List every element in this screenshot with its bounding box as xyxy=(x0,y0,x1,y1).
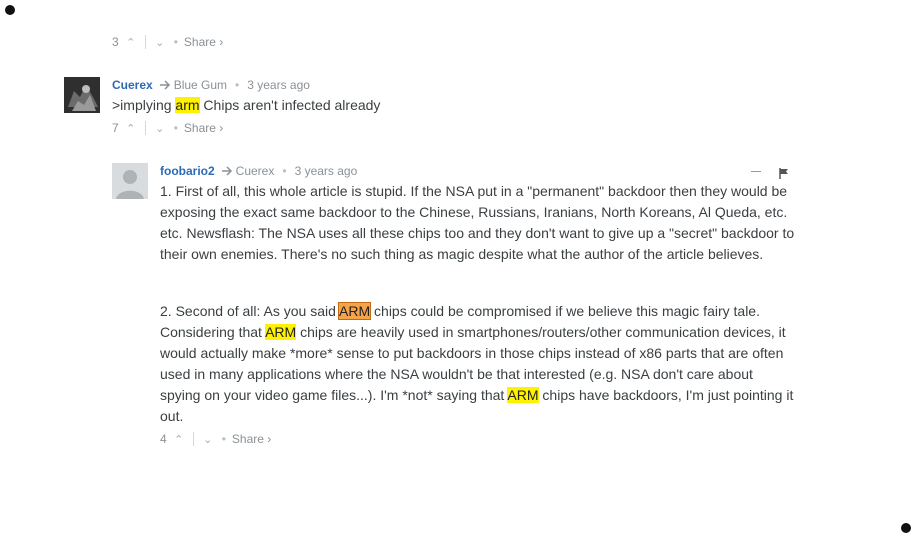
comment-header: foobario2 Cuerex • 3 years ago xyxy=(160,164,357,178)
downvote-icon[interactable]: ⌄ xyxy=(200,433,216,446)
corner-marker-bottom-right xyxy=(901,523,911,533)
comment-body: >implying arm Chips aren't infected alre… xyxy=(112,95,812,116)
vote-count: 7 xyxy=(112,121,119,135)
corner-marker-top-left xyxy=(5,5,15,15)
search-highlight-active: ARM xyxy=(338,302,372,320)
timestamp[interactable]: 3 years ago xyxy=(247,78,310,92)
collapse-icon[interactable] xyxy=(751,171,761,172)
share-link[interactable]: Share › xyxy=(184,121,223,135)
upvote-icon[interactable]: ⌃ xyxy=(123,122,139,135)
vote-row: 7 ⌃ ⌄ • Share › xyxy=(112,120,223,136)
vote-row: 4 ⌃ ⌄ • Share › xyxy=(160,431,271,447)
reply-to-name: Cuerex xyxy=(235,164,275,178)
upvote-icon[interactable]: ⌃ xyxy=(171,433,187,446)
downvote-icon[interactable]: ⌄ xyxy=(152,122,168,135)
comment-text: >implying xyxy=(112,97,176,113)
author-name[interactable]: foobario2 xyxy=(160,164,215,178)
search-highlight: arm xyxy=(175,97,200,113)
vote-divider xyxy=(144,35,146,49)
comment-paragraph-2: 2. Second of all: As you said ARM chips … xyxy=(160,301,796,427)
vote-count: 4 xyxy=(160,432,167,446)
vote-count: 3 xyxy=(112,35,119,49)
author-name[interactable]: Cuerex xyxy=(112,78,153,92)
comment-header: Cuerex Blue Gum • 3 years ago xyxy=(112,78,310,92)
reply-to-name: Blue Gum xyxy=(173,78,228,92)
vote-row-top: 3 ⌃ ⌄ • Share › xyxy=(112,34,223,50)
meta-bullet: • xyxy=(173,121,178,135)
share-link[interactable]: Share › xyxy=(232,432,271,446)
reply-arrow-icon xyxy=(159,80,170,90)
meta-bullet: • xyxy=(221,432,226,446)
meta-bullet: • xyxy=(282,164,287,178)
timestamp[interactable]: 3 years ago xyxy=(295,164,358,178)
meta-bullet: • xyxy=(235,78,240,92)
search-highlight: ARM xyxy=(265,324,297,340)
search-highlight: ARM xyxy=(507,387,539,403)
avatar[interactable] xyxy=(64,77,100,113)
comment-text: 2. Second of all: As you said xyxy=(160,303,340,319)
comment-paragraph-1: 1. First of all, this whole article is s… xyxy=(160,183,795,262)
vote-divider xyxy=(144,121,146,135)
reply-arrow-icon xyxy=(221,166,232,176)
reply-to[interactable]: Cuerex xyxy=(221,164,275,178)
upvote-icon[interactable]: ⌃ xyxy=(123,36,139,49)
comment-text: Chips aren't infected already xyxy=(199,97,381,113)
reply-to[interactable]: Blue Gum xyxy=(159,78,227,92)
flag-icon[interactable] xyxy=(779,168,789,179)
avatar[interactable] xyxy=(112,163,148,199)
downvote-icon[interactable]: ⌄ xyxy=(152,36,168,49)
meta-bullet: • xyxy=(173,35,178,49)
share-link[interactable]: Share › xyxy=(184,35,223,49)
vote-divider xyxy=(192,432,194,446)
